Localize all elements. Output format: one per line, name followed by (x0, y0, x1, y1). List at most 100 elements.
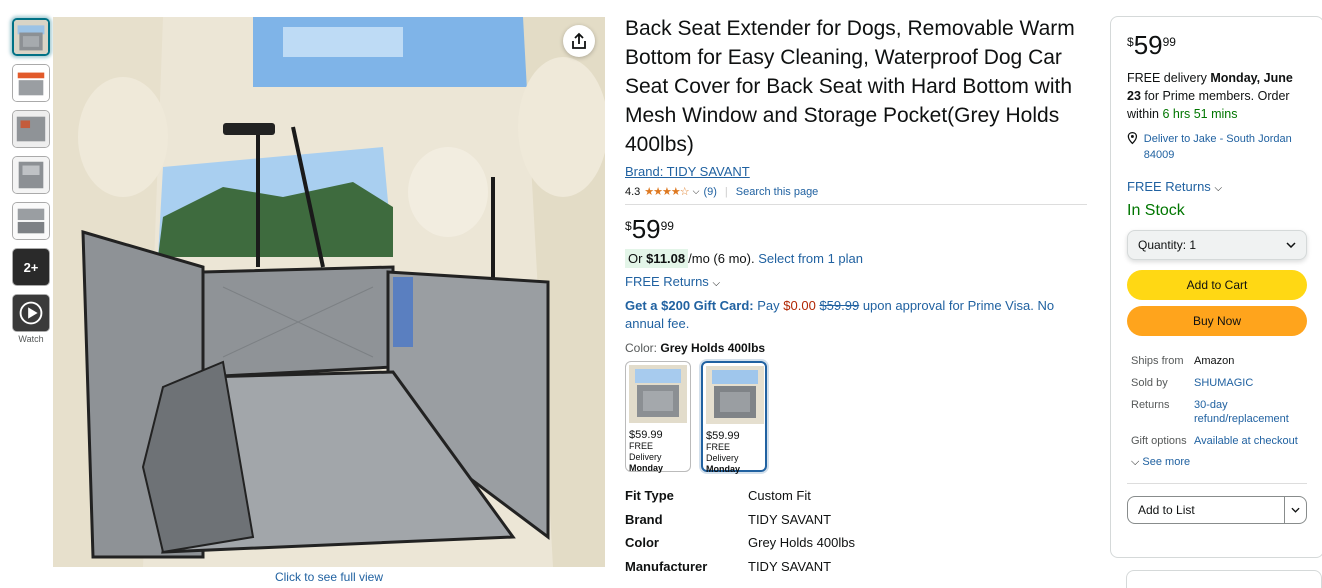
fact-row: Sold by SHUMAGIC (1127, 376, 1307, 390)
buy-box: $ 59 99 FREE delivery Monday, June 23 fo… (1110, 16, 1322, 558)
free-returns-label: FREE Returns (625, 274, 709, 289)
gift-card-title: Get a $200 Gift Card: (625, 298, 754, 313)
see-more-link[interactable]: ⌵ See more (1127, 456, 1307, 484)
add-to-list-button[interactable]: Add to List (1128, 497, 1284, 523)
color-label-value: Grey Holds 400lbs (660, 341, 766, 355)
monthly-amount: $11.08 (646, 251, 686, 266)
divider: | (724, 185, 728, 198)
thumbnail-3[interactable] (12, 110, 50, 148)
spec-row: Fit Type Custom Fit (625, 488, 1087, 512)
spec-key: Brand (625, 511, 663, 527)
thumbnail-2[interactable] (12, 64, 50, 102)
buybox-price: $ 59 99 (1127, 31, 1307, 59)
rating-row: 4.3 ★★★★☆ ⌵ (9) | Search this page (625, 185, 1087, 205)
color-label-key: Color: (625, 341, 658, 355)
play-icon (13, 295, 49, 331)
secondary-offer-box (1126, 570, 1322, 588)
buybox-free-returns[interactable]: FREE Returns ⌵ (1127, 179, 1307, 194)
watch-label: Watch (18, 334, 44, 344)
color-swatch-1[interactable]: $59.99 FREE Delivery Monday (625, 361, 691, 473)
video-thumbnail[interactable] (12, 294, 50, 332)
share-icon (572, 32, 586, 49)
fact-row: Returns 30-day refund/replacement (1127, 398, 1307, 426)
spec-key: Color (625, 535, 659, 550)
delivery-prefix: FREE delivery (1127, 71, 1207, 85)
stock-status: In Stock (1127, 202, 1185, 219)
swatch-price: $59.99 (706, 430, 740, 442)
chevron-down-icon: ⌵ (1131, 456, 1140, 468)
monthly-pill: Or $11.08 (625, 249, 689, 268)
swatch-delivery: FREE Delivery (629, 441, 662, 462)
location-pin-icon (1127, 131, 1138, 145)
chevron-down-icon[interactable]: ⌵ (693, 186, 700, 197)
delivery-timer: 6 hrs 51 mins (1162, 107, 1238, 121)
quantity-value: Quantity: 1 (1138, 238, 1197, 252)
price-whole: 59 (631, 214, 661, 244)
free-returns-link[interactable]: FREE Returns ⌵ (625, 274, 1087, 289)
gift-card-strike-price: $59.99 (819, 298, 860, 313)
fact-key: Gift options (1131, 435, 1187, 447)
spec-key: Fit Type (625, 488, 674, 503)
swatch-delivery: FREE Delivery (706, 442, 739, 463)
thumbnail-5[interactable] (12, 202, 50, 240)
price-whole: 59 (1133, 30, 1163, 60)
select-plan-link[interactable]: Select from 1 plan (758, 251, 863, 266)
fact-key: Ships from (1131, 355, 1184, 367)
price-symbol: $ (625, 219, 632, 233)
spec-value: Custom Fit (748, 488, 811, 503)
add-to-list-dropdown[interactable] (1284, 497, 1306, 523)
monthly-prefix: Or (628, 251, 643, 266)
fact-row: Ships from Amazon (1127, 354, 1307, 368)
spec-value: Grey Holds 400lbs (748, 535, 855, 550)
deliver-to-link[interactable]: Deliver to Jake - South Jordan 84009 (1127, 131, 1307, 163)
review-count-link[interactable]: (9) (703, 186, 716, 198)
main-product-image[interactable] (53, 17, 605, 567)
gift-card-zero: $0.00 (783, 298, 816, 313)
returns-policy-link[interactable]: 30-day refund/replacement (1194, 398, 1304, 426)
image-thumbnail-strip: 2+ Watch (12, 18, 50, 344)
gift-card-offer[interactable]: Get a $200 Gift Card: Pay $0.00 $59.99 u… (625, 297, 1087, 333)
price-fraction: 99 (660, 219, 674, 233)
price-fraction: 99 (1162, 35, 1176, 49)
fact-key: Sold by (1131, 377, 1168, 389)
brand-link[interactable]: Brand: TIDY SAVANT (625, 164, 750, 179)
swatch-day: Monday (629, 463, 664, 473)
color-swatch-2-selected[interactable]: $59.99 FREE Delivery Monday (701, 361, 767, 474)
more-images-button[interactable]: 2+ (12, 248, 50, 286)
product-title: Back Seat Extender for Dogs, Removable W… (625, 17, 1075, 156)
fact-key: Returns (1131, 399, 1170, 411)
product-price: $ 59 99 (625, 215, 1087, 243)
full-view-link[interactable]: Click to see full view (53, 570, 605, 584)
seller-link[interactable]: SHUMAGIC (1194, 376, 1253, 390)
fact-value: Amazon (1194, 355, 1235, 367)
star-rating-icon[interactable]: ★★★★☆ (644, 185, 689, 198)
thumbnail-4[interactable] (12, 156, 50, 194)
monthly-payment: Or $11.08/mo (6 mo). Select from 1 plan (625, 249, 1087, 268)
spec-value: TIDY SAVANT (748, 511, 832, 527)
search-page-link[interactable]: Search this page (736, 186, 819, 198)
gift-card-pay: Pay (757, 298, 780, 313)
product-specs-table: Fit Type Custom Fit Brand TIDY SAVANT Colo… (625, 488, 1087, 582)
see-more-label: See more (1142, 456, 1191, 468)
quantity-select[interactable]: Quantity: 1 (1127, 230, 1307, 260)
buy-now-button[interactable]: Buy Now (1127, 306, 1307, 336)
color-swatches: $59.99 FREE Delivery Monday $59.99 FREE … (625, 361, 1087, 474)
add-to-cart-button[interactable]: Add to Cart (1127, 270, 1307, 300)
swatch-day: Monday (706, 464, 741, 474)
spec-value: TIDY SAVANT (748, 558, 832, 574)
spec-row: Brand TIDY SAVANT (625, 512, 1087, 536)
thumbnail-1[interactable] (12, 18, 50, 56)
gift-options-link[interactable]: Available at checkout (1194, 434, 1298, 448)
price-symbol: $ (1127, 35, 1134, 49)
chevron-down-icon (1286, 242, 1296, 248)
spec-key: Manufacturer (625, 558, 708, 574)
rating-value: 4.3 (625, 185, 641, 198)
free-returns-label: FREE Returns (1127, 179, 1211, 194)
chevron-down-icon: ⌵ (712, 278, 721, 289)
color-label: Color: Grey Holds 400lbs (625, 341, 1087, 355)
chevron-down-icon: ⌵ (1214, 183, 1223, 194)
share-button[interactable] (563, 25, 595, 57)
seller-facts: Ships from Amazon Sold by SHUMAGIC Returns… (1127, 354, 1307, 448)
swatch-price: $59.99 (629, 429, 663, 441)
spec-row: Color Grey Holds 400lbs (625, 535, 1087, 559)
